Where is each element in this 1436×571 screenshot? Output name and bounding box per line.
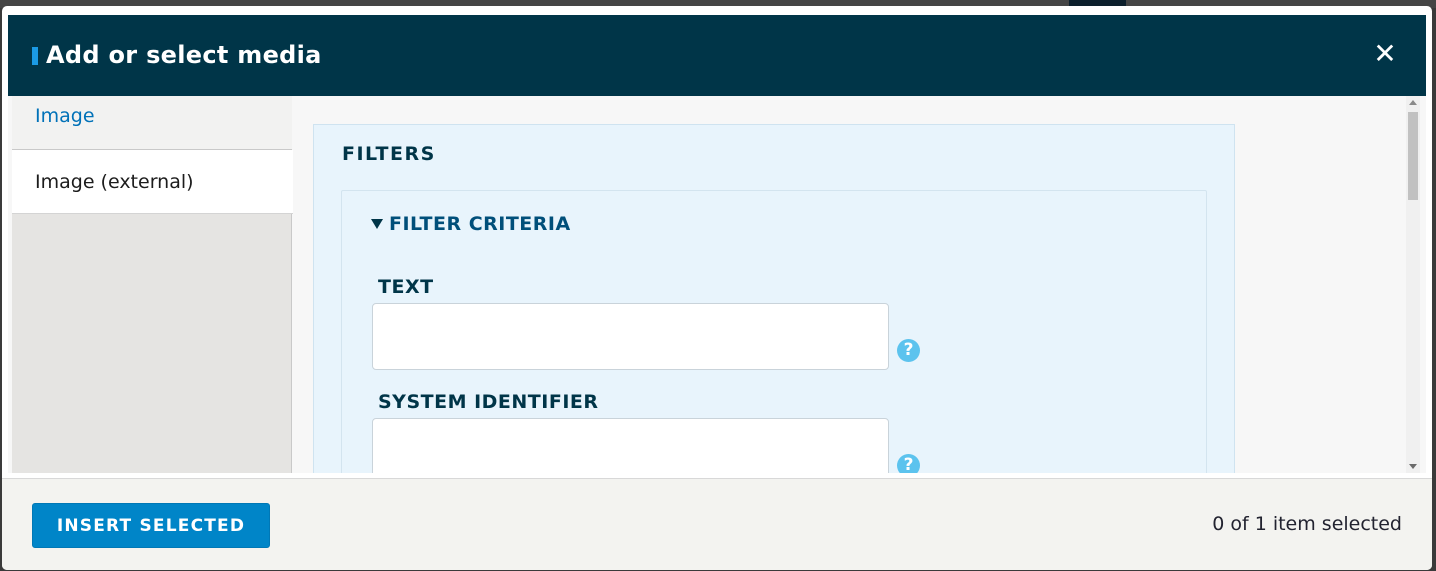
help-icon[interactable]: ? (897, 454, 920, 473)
help-icon[interactable]: ? (897, 339, 920, 362)
close-icon[interactable]: ✕ (1370, 39, 1400, 69)
filter-criteria-details: FILTER CRITERIA TEXT ? SYSTEM IDENTIFIER… (341, 190, 1207, 473)
media-library-panel: FILTERS FILTER CRITERIA TEXT ? SYSTEM ID… (293, 96, 1411, 473)
dialog-footer: INSERT SELECTED 0 of 1 item selected (2, 478, 1432, 570)
tab-image-external[interactable]: Image (external) (12, 150, 293, 214)
expand-triangle-icon (371, 219, 383, 229)
filters-heading: FILTERS (342, 143, 436, 165)
title-accent-bar (32, 47, 38, 65)
text-filter-input[interactable] (372, 303, 889, 370)
system-identifier-label: SYSTEM IDENTIFIER (378, 391, 599, 413)
content-scrollbar[interactable] (1406, 96, 1420, 473)
media-dialog: Add or select media ✕ Image Image (exter… (2, 6, 1432, 570)
selection-status: 0 of 1 item selected (1212, 513, 1402, 535)
filter-criteria-toggle[interactable]: FILTER CRITERIA (371, 213, 571, 235)
scroll-down-arrow-icon[interactable] (1409, 464, 1417, 469)
text-field-label: TEXT (378, 276, 434, 298)
scroll-thumb[interactable] (1408, 112, 1418, 200)
dialog-title: Add or select media (46, 41, 322, 69)
system-identifier-input[interactable] (372, 418, 889, 473)
filters-fieldset: FILTERS FILTER CRITERIA TEXT ? SYSTEM ID… (313, 124, 1235, 473)
filter-criteria-label: FILTER CRITERIA (389, 213, 571, 235)
dialog-content: Image Image (external) FILTERS FILTER CR… (8, 96, 1426, 473)
insert-selected-button[interactable]: INSERT SELECTED (32, 503, 270, 548)
dialog-titlebar: Add or select media ✕ (8, 15, 1426, 96)
scroll-up-arrow-icon[interactable] (1409, 100, 1417, 105)
tab-image[interactable]: Image (12, 96, 292, 150)
media-type-sidebar: Image Image (external) (12, 96, 293, 473)
